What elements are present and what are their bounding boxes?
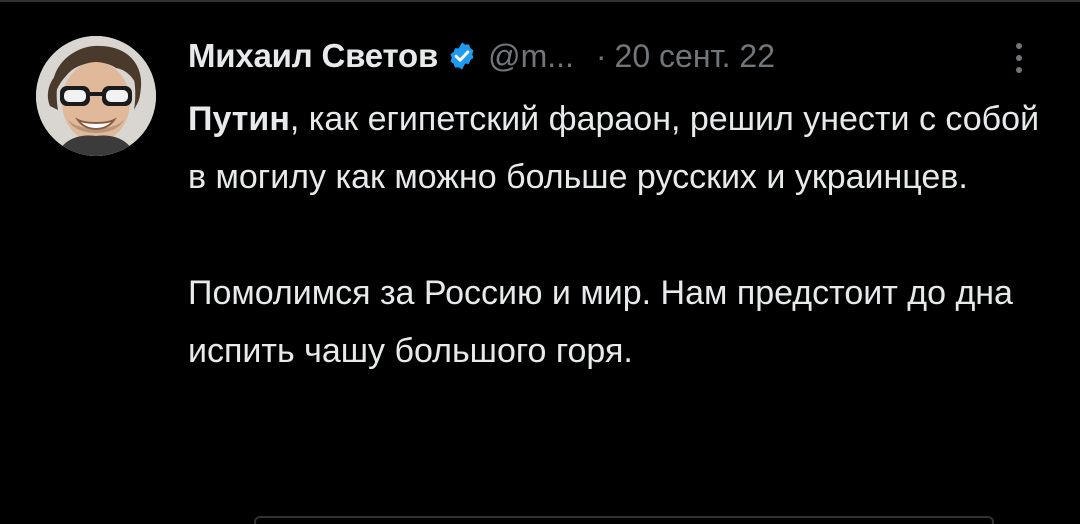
tweet-paragraph-2: Помолимся за Россию и мир. Нам предстоит… [188,274,1013,370]
author-handle[interactable]: @m... [488,38,574,75]
tweet-card[interactable]: Михаил Светов @m... · 20 сент. 22 Путин,… [0,0,1080,524]
tweet-header: Михаил Светов @m... · 20 сент. 22 [188,34,775,78]
avatar[interactable] [36,36,156,156]
tweet-text: Путин, как египетский фараон, решил унес… [188,90,1048,380]
tweet-paragraph-1: Путин, как египетский фараон, решил унес… [188,90,1048,206]
verified-badge-icon [446,40,478,72]
more-vertical-icon[interactable] [1012,38,1026,78]
avatar-photo [36,36,156,156]
header-separator: · [595,37,607,74]
author-name[interactable]: Михаил Светов [188,37,438,75]
tweet-date[interactable]: 20 сент. 22 [615,38,775,75]
bold-name: Путин [188,100,290,138]
attached-card-edge [254,516,994,524]
paragraph-1-text: , как египетский фараон, решил унести с … [188,100,1040,196]
